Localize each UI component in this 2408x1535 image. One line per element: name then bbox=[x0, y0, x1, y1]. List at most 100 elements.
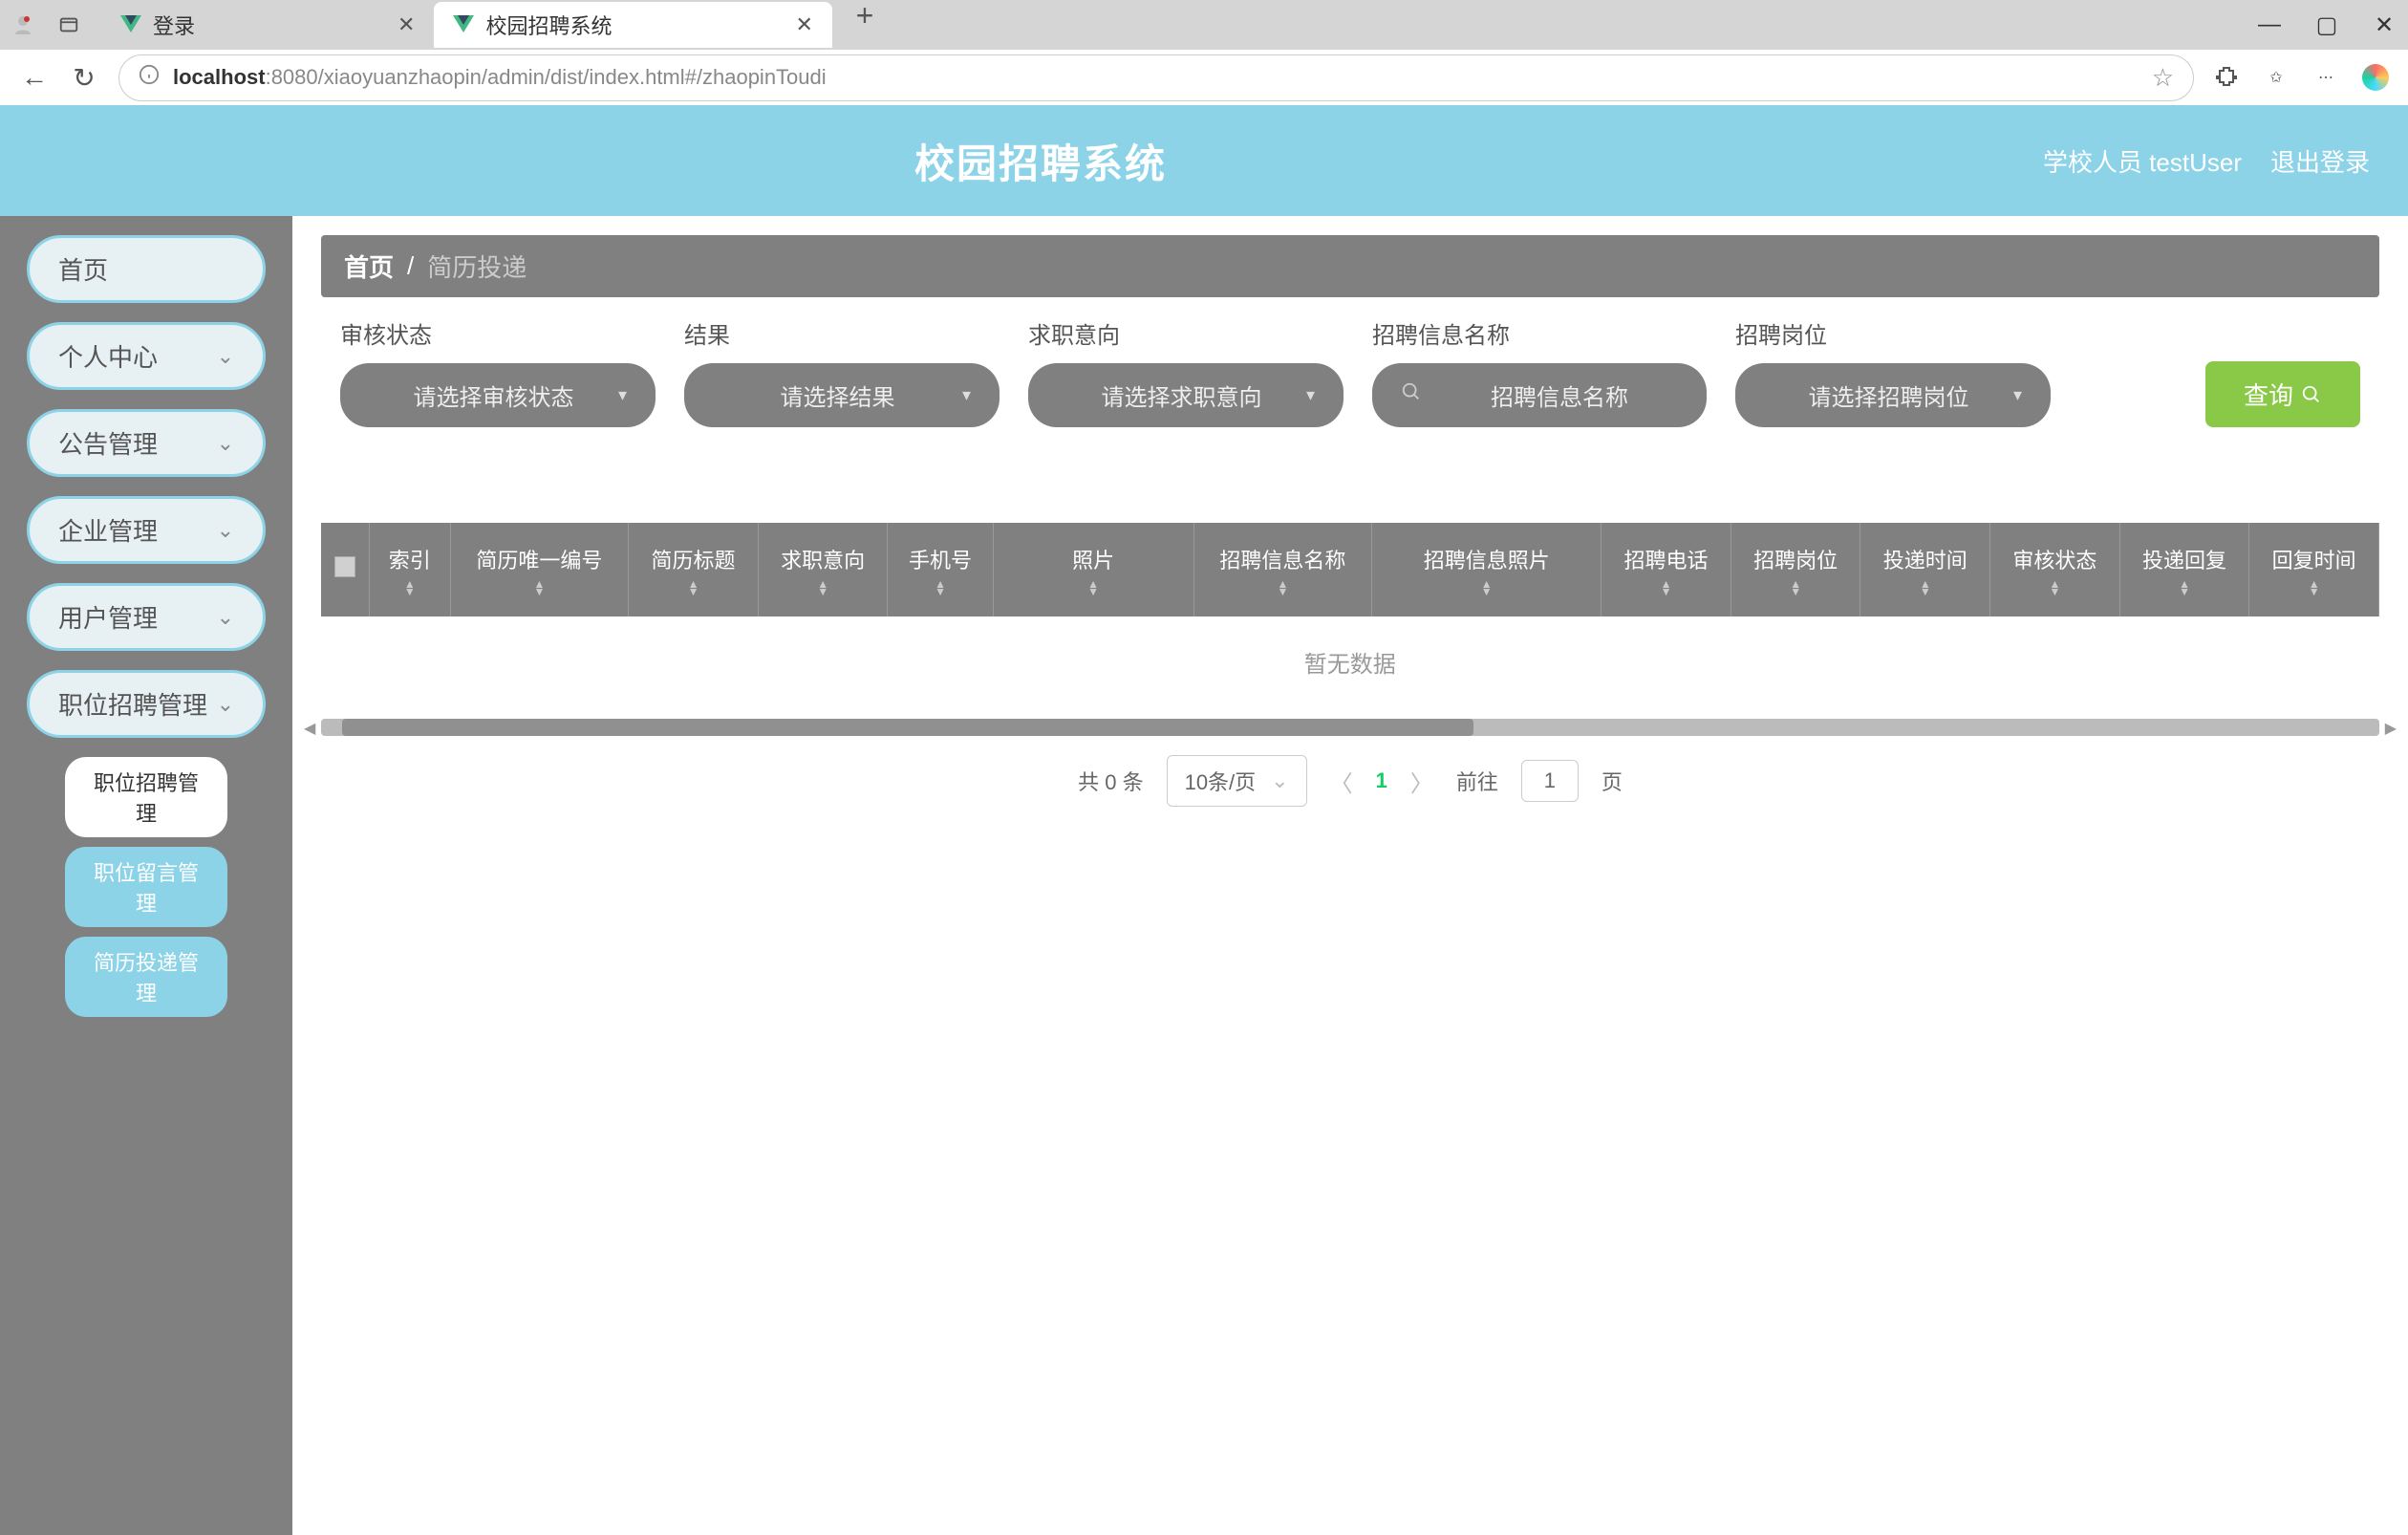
chevron-down-icon: ⌄ bbox=[217, 431, 234, 456]
favorite-icon[interactable]: ☆ bbox=[2152, 63, 2174, 93]
sidebar-sub-message-manage[interactable]: 职位留言管理 bbox=[65, 847, 227, 927]
url-text: localhost:8080/xiaoyuanzhaopin/admin/dis… bbox=[173, 65, 827, 90]
chevron-down-icon: ▾ bbox=[1306, 385, 1315, 405]
th-recruit-name[interactable]: 招聘信息名称 ▲▼ bbox=[1193, 523, 1372, 616]
th-resume-title[interactable]: 简历标题▲▼ bbox=[629, 523, 759, 616]
extensions-icon[interactable] bbox=[2213, 64, 2240, 91]
filter-select-position[interactable]: 请选择招聘岗位 ▾ bbox=[1735, 363, 2051, 427]
select-all-header[interactable] bbox=[321, 523, 370, 616]
sort-icon: ▲▼ bbox=[1920, 580, 1931, 595]
th-intention[interactable]: 求职意向▲▼ bbox=[758, 523, 888, 616]
th-phone[interactable]: 手机号▲▼ bbox=[888, 523, 993, 616]
sidebar-item-user[interactable]: 用户管理 ⌄ bbox=[27, 583, 266, 651]
current-page[interactable]: 1 bbox=[1376, 768, 1387, 793]
breadcrumb-home[interactable]: 首页 bbox=[344, 249, 394, 284]
refresh-button[interactable]: ↻ bbox=[69, 62, 99, 93]
maximize-button[interactable]: ▢ bbox=[2312, 11, 2341, 39]
goto-page-input[interactable]: 1 bbox=[1521, 760, 1579, 802]
user-info[interactable]: 学校人员 testUser bbox=[2043, 143, 2242, 179]
favorites-icon[interactable]: ✩ bbox=[2263, 64, 2290, 91]
th-position[interactable]: 招聘岗位▲▼ bbox=[1731, 523, 1860, 616]
sort-icon: ▲▼ bbox=[1790, 580, 1801, 595]
minimize-button[interactable]: — bbox=[2255, 11, 2284, 39]
sort-icon: ▲▼ bbox=[2179, 580, 2190, 595]
breadcrumb-current: 简历投递 bbox=[427, 249, 527, 284]
placeholder: 请选择结果 bbox=[713, 378, 962, 412]
sidebar-sub-resume-manage[interactable]: 简历投递管理 bbox=[65, 937, 227, 1017]
prev-page-button[interactable]: 〈 bbox=[1330, 765, 1353, 798]
browser-tab-bar: 登录 ✕ 校园招聘系统 ✕ + — ▢ ✕ bbox=[0, 0, 2408, 50]
address-bar[interactable]: localhost:8080/xiaoyuanzhaopin/admin/dis… bbox=[118, 54, 2194, 101]
sidebar: 首页 个人中心 ⌄ 公告管理 ⌄ 企业管理 ⌄ 用户管理 ⌄ 职位招聘管理 ⌄ … bbox=[0, 216, 292, 1535]
filter-label: 招聘信息名称 bbox=[1372, 316, 1707, 350]
scrollbar-thumb[interactable] bbox=[342, 719, 1474, 736]
page-suffix: 页 bbox=[1602, 766, 1623, 796]
site-info-icon[interactable] bbox=[139, 64, 160, 91]
close-icon[interactable]: ✕ bbox=[398, 12, 415, 37]
filter-select-result[interactable]: 请选择结果 ▾ bbox=[684, 363, 1000, 427]
vue-icon bbox=[453, 15, 474, 34]
breadcrumb: 首页 / 简历投递 bbox=[321, 235, 2379, 297]
button-label: 查询 bbox=[2244, 377, 2293, 412]
filter-label: 结果 bbox=[684, 316, 1000, 350]
query-button[interactable]: 查询 bbox=[2205, 361, 2360, 427]
filter-select-status[interactable]: 请选择审核状态 ▾ bbox=[340, 363, 656, 427]
th-resume-id[interactable]: 简历唯一编号▲▼ bbox=[450, 523, 629, 616]
scroll-left-icon[interactable]: ◀ bbox=[304, 719, 315, 738]
th-recruit-phone[interactable]: 招聘电话▲▼ bbox=[1602, 523, 1731, 616]
page-size-select[interactable]: 10条/页 ⌄ bbox=[1167, 755, 1307, 807]
browser-toolbar: ← ↻ localhost:8080/xiaoyuanzhaopin/admin… bbox=[0, 50, 2408, 105]
data-table: 索引 ▲▼ 简历唯一编号▲▼ 简历标题▲▼ 求职意向▲▼ 手机号▲▼ 照片 ▲▼… bbox=[321, 523, 2379, 707]
filter-label: 审核状态 bbox=[340, 316, 656, 350]
profile-icon[interactable] bbox=[10, 11, 36, 38]
chevron-down-icon: ▾ bbox=[962, 385, 971, 405]
horizontal-scrollbar[interactable]: ◀ ▶ bbox=[321, 719, 2379, 736]
sidebar-item-company[interactable]: 企业管理 ⌄ bbox=[27, 496, 266, 564]
th-audit-status[interactable]: 审核状态▲▼ bbox=[1990, 523, 2120, 616]
th-reply-time[interactable]: 回复时间▲▼ bbox=[2249, 523, 2379, 616]
app-header: 校园招聘系统 学校人员 testUser 退出登录 bbox=[0, 105, 2408, 216]
filter-select-intention[interactable]: 请选择求职意向 ▾ bbox=[1028, 363, 1344, 427]
chevron-down-icon: ⌄ bbox=[217, 605, 234, 630]
sidebar-item-home[interactable]: 首页 bbox=[27, 235, 266, 303]
scroll-right-icon[interactable]: ▶ bbox=[2385, 719, 2397, 738]
more-icon[interactable]: ⋯ bbox=[2312, 64, 2339, 91]
sidebar-item-personal[interactable]: 个人中心 ⌄ bbox=[27, 322, 266, 390]
sidebar-sub-label: 简历投递管理 bbox=[94, 951, 199, 1005]
pagination: 共 0 条 10条/页 ⌄ 〈 1 〉 前往 1 页 bbox=[292, 755, 2408, 807]
filter-label: 招聘岗位 bbox=[1735, 316, 2051, 350]
new-tab-button[interactable]: + bbox=[851, 2, 878, 29]
chevron-down-icon: ⌄ bbox=[1271, 768, 1288, 793]
th-index[interactable]: 索引 ▲▼ bbox=[370, 523, 451, 616]
chevron-down-icon: ▾ bbox=[2013, 385, 2022, 405]
chevron-down-icon: ⌄ bbox=[217, 518, 234, 543]
placeholder: 请选择招聘岗位 bbox=[1764, 378, 2013, 412]
main-content: 首页 / 简历投递 审核状态 请选择审核状态 ▾ 结果 请选择结果 ▾ 求职意向 bbox=[292, 216, 2408, 1535]
goto-label: 前往 bbox=[1456, 766, 1498, 796]
empty-text: 暂无数据 bbox=[321, 616, 2379, 707]
back-button[interactable]: ← bbox=[19, 62, 50, 93]
close-icon[interactable]: ✕ bbox=[795, 12, 812, 37]
sort-icon: ▲▼ bbox=[688, 580, 699, 595]
sidebar-item-label: 公告管理 bbox=[58, 425, 158, 461]
sidebar-sub-label: 职位招聘管理 bbox=[94, 771, 199, 826]
logout-link[interactable]: 退出登录 bbox=[2270, 143, 2370, 179]
close-window-button[interactable]: ✕ bbox=[2370, 11, 2398, 39]
sidebar-item-announcement[interactable]: 公告管理 ⌄ bbox=[27, 409, 266, 477]
th-recruit-photo[interactable]: 招聘信息照片 ▲▼ bbox=[1372, 523, 1602, 616]
th-reply[interactable]: 投递回复▲▼ bbox=[2119, 523, 2249, 616]
filter-input-name[interactable]: 招聘信息名称 bbox=[1372, 363, 1707, 427]
checkbox[interactable] bbox=[334, 556, 355, 577]
breadcrumb-sep: / bbox=[407, 251, 414, 281]
browser-tab-app[interactable]: 校园招聘系统 ✕ bbox=[434, 2, 831, 48]
sidebar-sub-recruit-manage[interactable]: 职位招聘管理 bbox=[65, 757, 227, 837]
copilot-icon[interactable] bbox=[2362, 64, 2389, 91]
browser-tab-login[interactable]: 登录 ✕ bbox=[101, 2, 434, 48]
next-page-button[interactable]: 〉 bbox=[1410, 765, 1433, 798]
tab-title: 登录 bbox=[153, 10, 195, 40]
sort-icon: ▲▼ bbox=[1277, 580, 1288, 595]
sidebar-item-recruit[interactable]: 职位招聘管理 ⌄ bbox=[27, 670, 266, 738]
tab-overview-icon[interactable] bbox=[55, 11, 82, 38]
th-photo[interactable]: 照片 ▲▼ bbox=[993, 523, 1193, 616]
th-submit-time[interactable]: 投递时间▲▼ bbox=[1860, 523, 1990, 616]
